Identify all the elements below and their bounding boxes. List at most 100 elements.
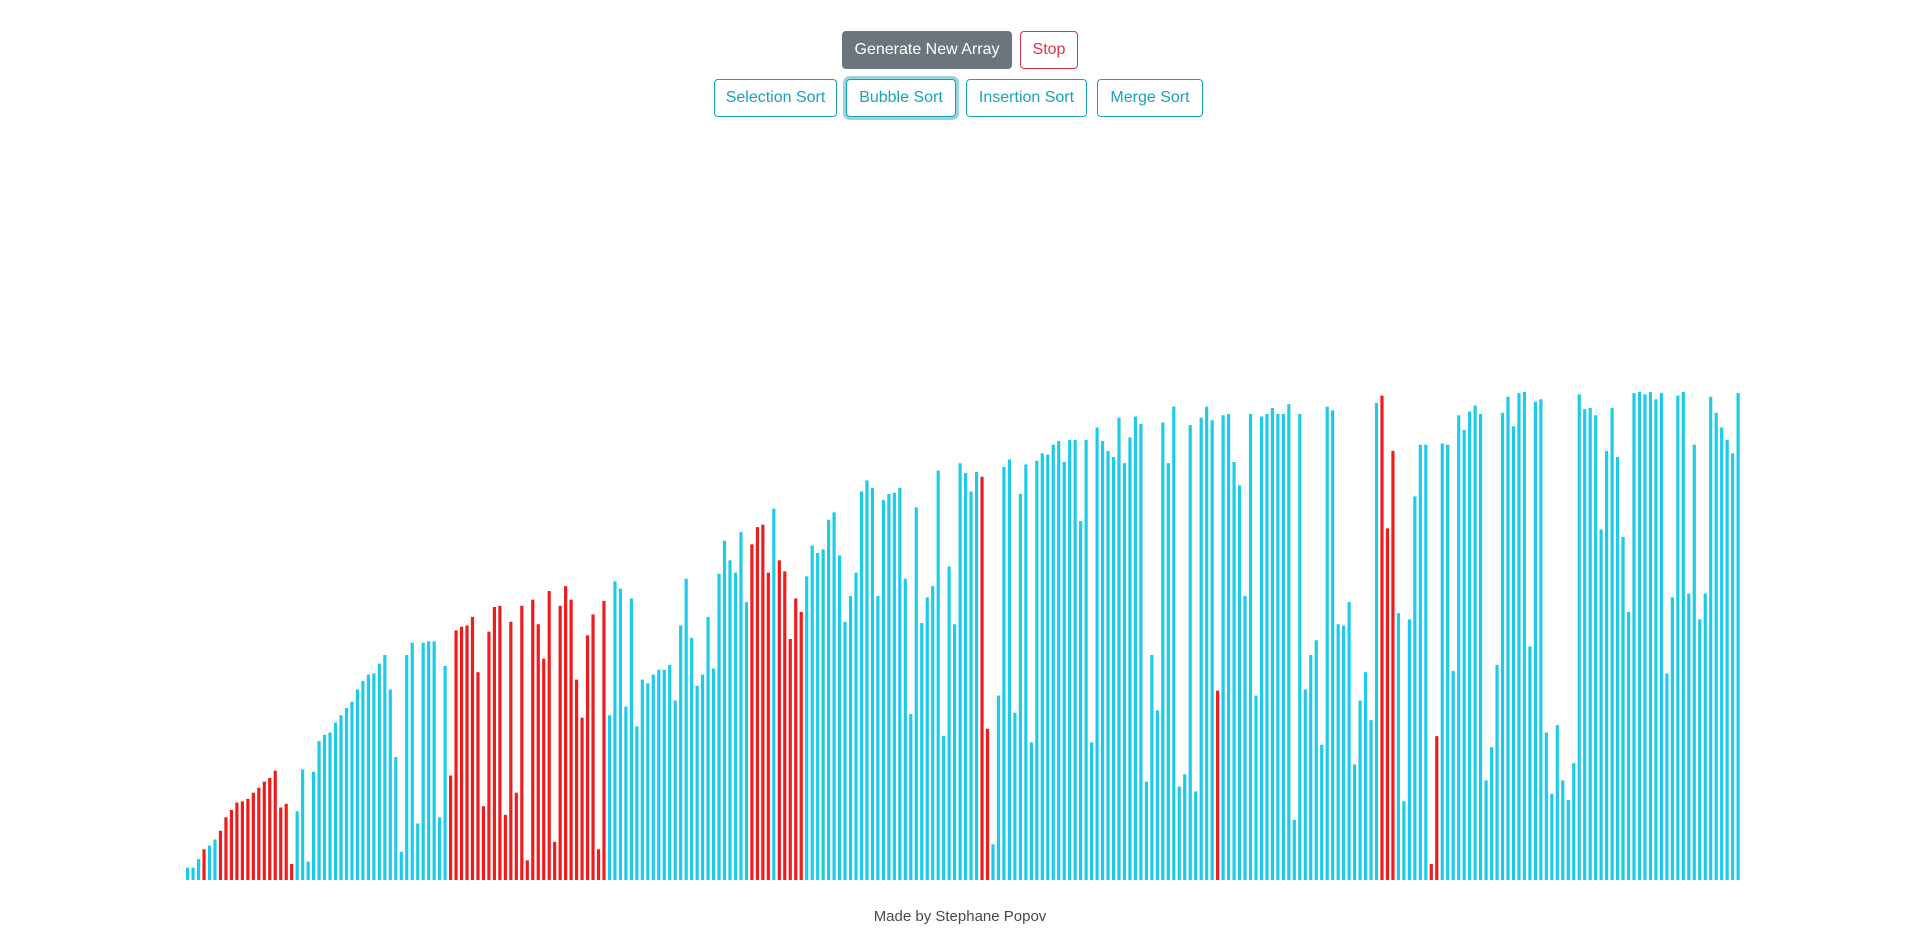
- array-bar: [503, 814, 507, 880]
- array-bar: [1435, 736, 1439, 880]
- array-bar: [290, 864, 294, 880]
- array-bar: [717, 573, 721, 880]
- array-bar: [996, 695, 1001, 880]
- array-bar: [684, 578, 688, 880]
- array-bar: [1665, 673, 1669, 880]
- array-bar: [991, 844, 995, 880]
- array-bar: [476, 672, 480, 880]
- array-bar: [810, 545, 814, 880]
- array-bar: [985, 728, 990, 880]
- array-bar: [1637, 391, 1642, 880]
- array-bar: [903, 578, 907, 880]
- bubble-sort-button[interactable]: Bubble Sort: [846, 79, 956, 117]
- array-bar: [262, 781, 266, 880]
- generate-new-array-button[interactable]: Generate New Array: [842, 31, 1012, 69]
- array-bar: [1374, 402, 1379, 880]
- array-bar: [405, 655, 409, 880]
- array-bar: [553, 841, 557, 880]
- array-bar: [690, 637, 694, 880]
- array-bar: [1161, 422, 1165, 880]
- array-bar: [268, 777, 272, 880]
- array-bar: [969, 491, 973, 880]
- array-bar: [1243, 595, 1247, 880]
- array-bar: [361, 680, 365, 880]
- array-bar: [1309, 655, 1313, 880]
- array-bar: [1626, 611, 1631, 880]
- array-bar: [772, 508, 776, 880]
- array-bar: [1298, 414, 1302, 880]
- selection-sort-button[interactable]: Selection Sort: [714, 79, 837, 117]
- array-bar: [394, 757, 398, 880]
- array-bar: [1024, 464, 1028, 880]
- array-bar: [514, 792, 518, 880]
- array-bar: [1555, 725, 1559, 880]
- array-bar: [547, 591, 551, 880]
- array-bar: [569, 599, 573, 880]
- array-bar: [1358, 700, 1362, 880]
- array-bar: [925, 597, 929, 880]
- array-bar: [914, 507, 918, 880]
- array-bar: [251, 792, 255, 880]
- array-bar: [739, 532, 743, 880]
- array-bar: [1172, 406, 1176, 880]
- array-bar: [843, 621, 847, 880]
- array-bar: [1084, 439, 1088, 880]
- array-bar: [1577, 394, 1581, 880]
- array-bar: [596, 849, 601, 880]
- array-bar: [1270, 407, 1274, 880]
- array-bar: [701, 674, 705, 880]
- array-bar: [344, 707, 349, 880]
- array-bar: [799, 611, 803, 880]
- array-bar: [295, 811, 299, 880]
- array-bar: [1166, 463, 1170, 880]
- array-bar: [328, 732, 332, 880]
- array-bar: [1314, 640, 1318, 880]
- array-bar: [805, 576, 809, 880]
- merge-sort-button[interactable]: Merge Sort: [1097, 79, 1203, 117]
- array-bar: [306, 861, 310, 880]
- array-bar: [229, 809, 234, 880]
- stop-button[interactable]: Stop: [1020, 31, 1078, 69]
- array-bar: [1517, 393, 1521, 880]
- array-bar: [1709, 396, 1713, 880]
- array-bar: [218, 830, 223, 880]
- array-bar: [1648, 391, 1653, 880]
- array-bar: [1495, 664, 1499, 880]
- array-bar: [388, 689, 392, 880]
- array-bar: [1177, 786, 1181, 880]
- array-bar: [1259, 416, 1264, 880]
- array-bar: [399, 851, 403, 880]
- array-bar: [1029, 742, 1033, 880]
- array-bar: [1429, 864, 1433, 880]
- array-bar: [1035, 460, 1039, 880]
- array-bar: [859, 491, 864, 880]
- array-bar: [1391, 450, 1395, 880]
- insertion-sort-button[interactable]: Insertion Sort: [966, 79, 1087, 117]
- array-bar: [794, 598, 798, 880]
- array-bar: [722, 540, 727, 880]
- array-bar: [459, 626, 464, 880]
- array-bar: [755, 527, 759, 880]
- array-bar: [1413, 496, 1417, 880]
- array-bar: [964, 473, 968, 880]
- array-bar: [257, 787, 261, 880]
- array-bar: [448, 775, 453, 880]
- array-bar: [1040, 453, 1044, 880]
- array-bar: [207, 845, 212, 880]
- array-bar: [481, 806, 486, 880]
- array-bar: [1605, 450, 1609, 880]
- array-bar: [366, 674, 370, 880]
- array-bar: [618, 588, 623, 880]
- array-bar: [432, 641, 436, 880]
- array-bar: [1254, 695, 1258, 880]
- array-bar: [832, 512, 836, 880]
- array-bar: [1095, 427, 1099, 880]
- array-bar: [898, 487, 902, 880]
- array-bar: [421, 642, 425, 880]
- array-bar: [821, 549, 825, 880]
- array-bar: [1210, 420, 1214, 880]
- array-bar: [1703, 593, 1707, 880]
- array-bar: [279, 807, 283, 880]
- array-bar: [339, 715, 343, 880]
- array-bar: [1046, 454, 1050, 880]
